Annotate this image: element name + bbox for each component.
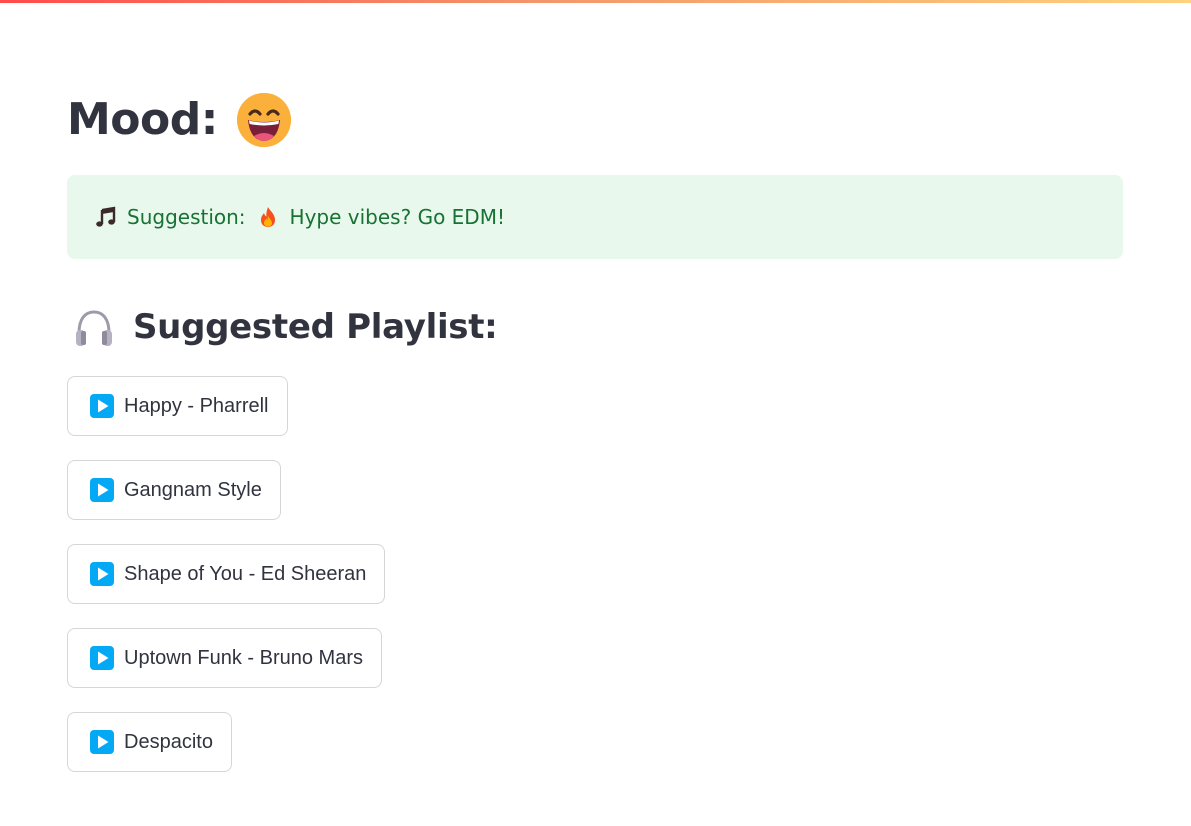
song-label: Happy - Pharrell	[124, 394, 269, 417]
fire-icon	[256, 205, 280, 229]
song-button-uptown-funk[interactable]: Uptown Funk - Bruno Mars	[67, 628, 382, 688]
grinning-face-icon	[236, 92, 292, 148]
song-button-happy[interactable]: Happy - Pharrell	[67, 376, 288, 436]
song-button-despacito[interactable]: Despacito	[67, 712, 232, 772]
play-button-icon	[90, 562, 114, 586]
song-label: Despacito	[124, 730, 213, 753]
song-label: Uptown Funk - Bruno Mars	[124, 646, 363, 669]
music-note-icon	[94, 205, 118, 229]
playlist-title: Suggested Playlist:	[133, 307, 498, 347]
playlist-heading: Suggested Playlist:	[72, 302, 498, 352]
suggestion-prefix: Suggestion:	[127, 205, 246, 229]
play-button-icon	[90, 730, 114, 754]
song-button-gangnam-style[interactable]: Gangnam Style	[67, 460, 281, 520]
mood-heading: Mood:	[67, 88, 292, 152]
song-list: Happy - Pharrell Gangnam Style Shape of …	[67, 376, 386, 796]
play-button-icon	[90, 646, 114, 670]
song-label: Shape of You - Ed Sheeran	[124, 562, 367, 585]
top-decoration-bar	[0, 0, 1191, 3]
suggestion-text: Hype vibes? Go EDM!	[289, 205, 505, 229]
song-label: Gangnam Style	[124, 478, 262, 501]
suggestion-alert: Suggestion: Hype vibes? Go EDM!	[67, 175, 1123, 259]
play-button-icon	[90, 478, 114, 502]
song-button-shape-of-you[interactable]: Shape of You - Ed Sheeran	[67, 544, 386, 604]
play-button-icon	[90, 394, 114, 418]
mood-label: Mood:	[67, 94, 218, 145]
headphones-icon	[72, 305, 116, 349]
